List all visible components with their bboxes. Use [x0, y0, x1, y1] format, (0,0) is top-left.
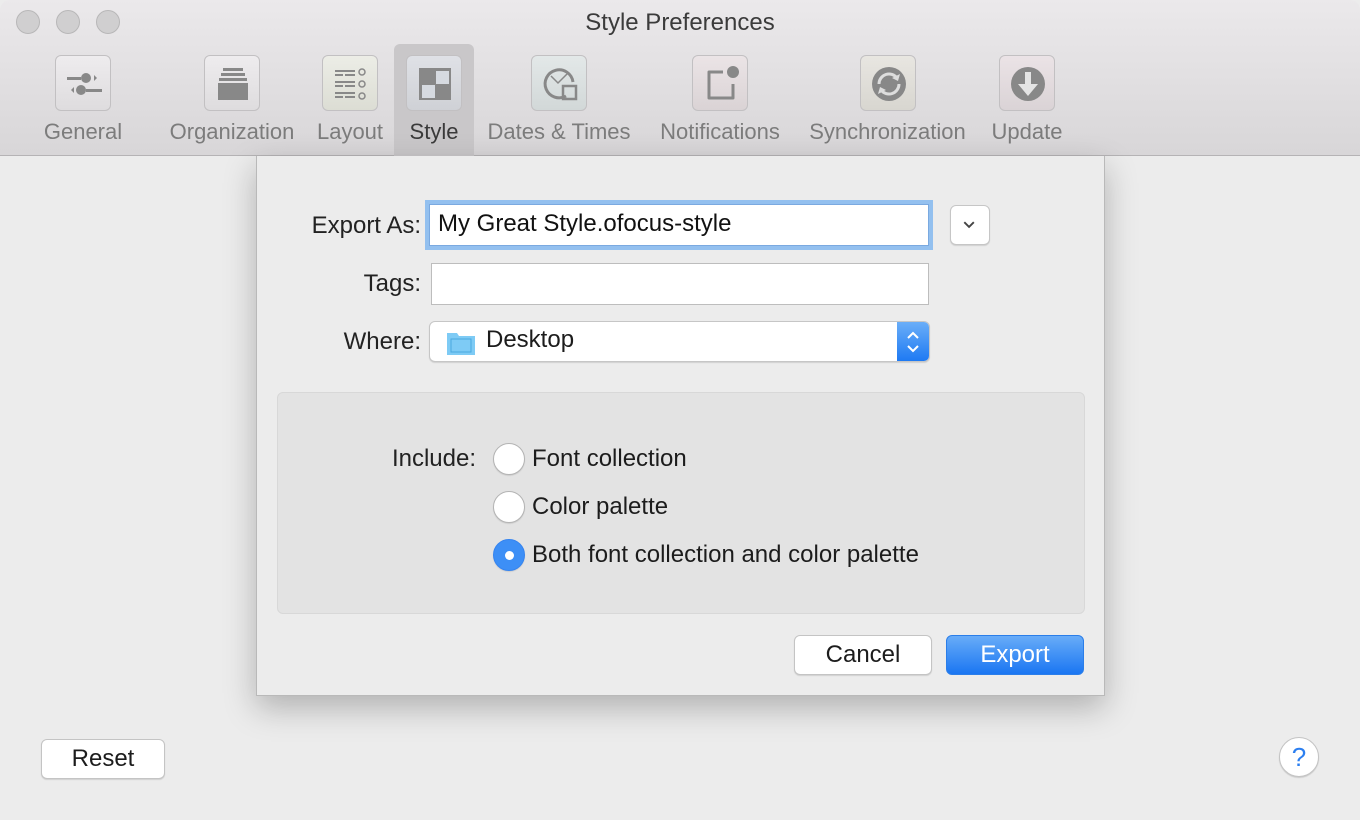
toolbar-label: Style: [409, 119, 459, 144]
tags-label: Tags:: [363, 270, 421, 297]
notification-badge-icon: [692, 55, 748, 111]
stack-icon: [204, 55, 260, 111]
both-radio[interactable]: [493, 539, 525, 571]
toolbar-item-dates-times[interactable]: Dates & Times: [480, 44, 638, 156]
color-palette-label[interactable]: Color palette: [532, 493, 668, 521]
toolbar-label: Update: [991, 119, 1063, 144]
popup-stepper[interactable]: [897, 322, 929, 361]
include-options-box: Include: Font collection Color palette B…: [277, 392, 1085, 614]
sync-icon: [859, 55, 916, 111]
tags-field[interactable]: [431, 263, 929, 305]
toolbar-item-update[interactable]: Update: [985, 44, 1069, 156]
color-palette-radio[interactable]: [493, 491, 525, 523]
expand-save-panel-button[interactable]: [950, 205, 990, 245]
list-layout-icon: [322, 55, 378, 111]
toolbar-item-style[interactable]: Style: [394, 44, 474, 156]
clock-calendar-icon: [531, 55, 587, 111]
export-as-label: Export As:: [311, 212, 421, 239]
folder-icon: [447, 333, 475, 355]
export-button[interactable]: Export: [946, 635, 1084, 675]
toolbar-label: Layout: [316, 119, 384, 144]
toolbar-label: Dates & Times: [487, 119, 631, 144]
toolbar-item-layout[interactable]: Layout: [310, 44, 390, 156]
font-collection-radio[interactable]: [493, 443, 525, 475]
export-as-field[interactable]: My Great Style.ofocus-style: [429, 204, 929, 246]
toolbar-label: General: [43, 119, 123, 144]
where-value: Desktop: [486, 326, 575, 353]
toolbar-label: Notifications: [660, 119, 780, 144]
font-collection-label[interactable]: Font collection: [532, 445, 687, 473]
toolbar-item-notifications[interactable]: Notifications: [650, 44, 790, 156]
checker-style-icon: [406, 55, 462, 111]
window-title: Style Preferences: [585, 9, 775, 36]
toolbar-item-synchronization[interactable]: Synchronization: [800, 44, 975, 156]
both-label[interactable]: Both font collection and color palette: [532, 541, 919, 569]
up-down-chevron-icon: [907, 331, 919, 353]
download-arrow-icon: [999, 55, 1055, 111]
preferences-window: Style Preferences General Organization L…: [0, 0, 1360, 820]
toolbar-item-general[interactable]: General: [33, 44, 133, 156]
toolbar-label: Synchronization: [809, 119, 966, 144]
cancel-button[interactable]: Cancel: [794, 635, 932, 675]
toolbar-item-organization[interactable]: Organization: [162, 44, 302, 156]
help-button[interactable]: ?: [1279, 737, 1319, 777]
export-style-sheet: Export As: My Great Style.ofocus-style T…: [256, 156, 1105, 696]
toolbar-label: Organization: [169, 119, 295, 144]
title-bar: Style Preferences General Organization L…: [0, 0, 1360, 156]
include-label: Include:: [391, 445, 476, 472]
where-label: Where:: [343, 328, 421, 355]
chevron-down-icon: [963, 221, 975, 229]
reset-button[interactable]: Reset: [41, 739, 165, 779]
sliders-icon: [55, 55, 111, 111]
where-popup[interactable]: Desktop: [429, 321, 930, 362]
